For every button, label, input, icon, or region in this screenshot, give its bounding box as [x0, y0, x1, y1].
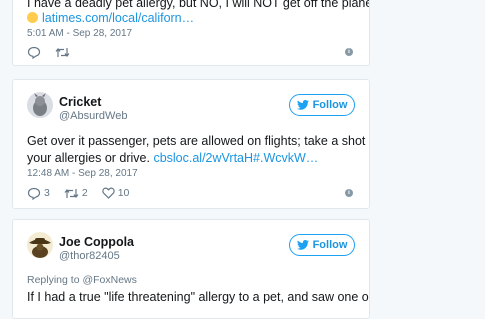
reply-icon	[27, 187, 41, 200]
replying-to[interactable]: Replying to @FoxNews	[27, 274, 137, 286]
retweet-icon	[55, 47, 70, 57]
follow-button[interactable]: Follow	[289, 94, 355, 116]
like-icon	[101, 187, 115, 199]
thinking-emoji-icon	[27, 12, 38, 23]
tweet-card-2: Cricket @AbsurdWeb Follow Get over it pa…	[12, 79, 370, 209]
info-icon[interactable]: i	[345, 189, 353, 197]
tweet-timestamp[interactable]: 12:48 AM - Sep 28, 2017	[27, 168, 138, 179]
retweet-icon	[64, 188, 79, 198]
tweet-link[interactable]: cbsloc.al/2wVrtaH#.WcvkW…	[153, 151, 318, 165]
tweet-card-3: Joe Coppola @thor82405 Follow Replying t…	[12, 219, 370, 319]
like-button[interactable]: 10	[101, 187, 130, 199]
tweet-actions: 3 2 10	[27, 186, 143, 200]
tweet-text-line2: your allergies or drive. cbsloc.al/2wVrt…	[27, 150, 318, 167]
tweet-text-prefix: your allergies or drive.	[27, 151, 150, 165]
avatar[interactable]	[27, 232, 53, 258]
tweet-text: Get over it passenger, pets are allowed …	[27, 134, 370, 148]
user-handle[interactable]: @thor82405	[59, 250, 120, 262]
tweet-link[interactable]: latimes.com/local/californ…	[42, 11, 194, 25]
tweet-text: If I had a true "life threatening" aller…	[27, 290, 370, 304]
follow-button[interactable]: Follow	[289, 234, 355, 256]
user-name[interactable]: Cricket	[59, 95, 101, 109]
reply-button[interactable]: 3	[27, 187, 50, 200]
info-icon[interactable]: i	[345, 48, 353, 56]
tweet-link-line: latimes.com/local/californ…	[27, 10, 194, 27]
twitter-bird-icon	[296, 240, 309, 250]
reply-icon	[27, 46, 41, 59]
reply-count: 3	[44, 187, 50, 199]
tweet-card-1: I have a deadly pet allergy, but NO, I w…	[12, 0, 370, 66]
twitter-bird-icon	[296, 100, 309, 110]
retweet-button[interactable]	[55, 46, 70, 59]
tweet-timestamp[interactable]: 5:01 AM - Sep 28, 2017	[27, 28, 132, 39]
user-handle[interactable]: @AbsurdWeb	[59, 110, 127, 122]
like-count: 10	[117, 187, 130, 199]
follow-label: Follow	[312, 239, 348, 251]
follow-label: Follow	[312, 99, 348, 111]
retweet-button[interactable]: 2	[64, 187, 88, 200]
reply-button[interactable]	[27, 46, 41, 59]
user-name[interactable]: Joe Coppola	[59, 235, 134, 249]
avatar[interactable]	[27, 92, 53, 118]
tweet-actions	[27, 45, 84, 59]
retweet-count: 2	[81, 187, 88, 199]
